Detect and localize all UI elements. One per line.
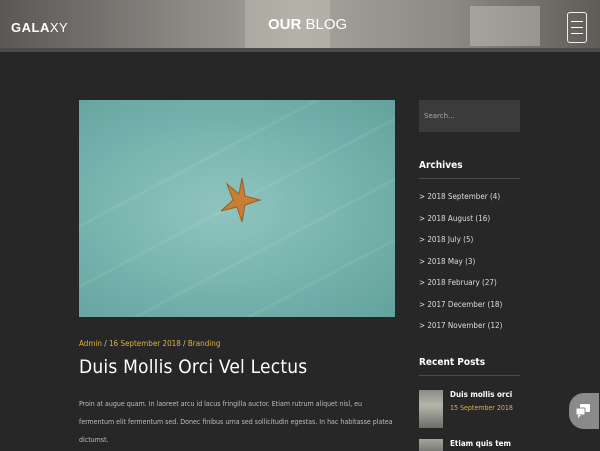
archives-list: > 2018 September (4) > 2018 August (16) …: [419, 186, 502, 337]
sand-ripple: [79, 132, 395, 317]
site-logo[interactable]: GALAXY: [11, 20, 68, 35]
archive-link[interactable]: > 2018 July (5): [419, 229, 502, 251]
menu-line: [571, 21, 583, 22]
page-title: OUR BLOG: [268, 16, 348, 33]
meta-separator: /: [104, 339, 107, 348]
post-date-link[interactable]: 16 September 2018: [109, 339, 181, 348]
recent-post-title[interactable]: Etiam quis tem: [450, 439, 511, 448]
recent-posts-title: Recent Posts: [419, 357, 486, 368]
header-banner: GALAXY OUR BLOG: [0, 0, 600, 52]
widget-divider: [419, 375, 520, 376]
menu-line: [571, 33, 583, 34]
post-excerpt: Proin at augue quam. In laoreet arcu id …: [79, 400, 393, 444]
chat-bubbles-icon: [575, 404, 590, 418]
archives-title: Archives: [419, 160, 463, 171]
header-background-decoration: [470, 6, 540, 46]
starfish-icon: [220, 177, 262, 223]
post-category-link[interactable]: Branding: [188, 339, 221, 348]
search-input[interactable]: [419, 100, 520, 132]
post-meta: Admin / 16 September 2018 / Branding: [79, 339, 220, 348]
hamburger-menu-icon[interactable]: [567, 12, 587, 43]
archive-link[interactable]: > 2017 November (12): [419, 315, 502, 337]
post-author-link[interactable]: Admin: [79, 339, 102, 348]
header-divider: [0, 48, 600, 52]
recent-post-title[interactable]: Duis mollis orci: [450, 390, 512, 399]
archive-link[interactable]: > 2018 September (4): [419, 186, 502, 208]
archive-link[interactable]: > 2018 February (27): [419, 272, 502, 294]
recent-post-thumbnail[interactable]: [419, 390, 443, 428]
menu-line: [571, 27, 583, 28]
recent-post-date: 15 September 2018: [450, 404, 513, 412]
meta-separator: /: [183, 339, 186, 348]
archive-link[interactable]: > 2018 August (16): [419, 208, 502, 230]
post-title[interactable]: Duis Mollis Orci Vel Lectus: [79, 356, 307, 378]
archive-link[interactable]: > 2017 December (18): [419, 294, 502, 316]
archive-link[interactable]: > 2018 May (3): [419, 251, 502, 273]
widget-divider: [419, 178, 520, 179]
chat-button[interactable]: [569, 393, 599, 429]
post-featured-image[interactable]: [79, 100, 395, 317]
recent-post-thumbnail[interactable]: [419, 439, 443, 451]
